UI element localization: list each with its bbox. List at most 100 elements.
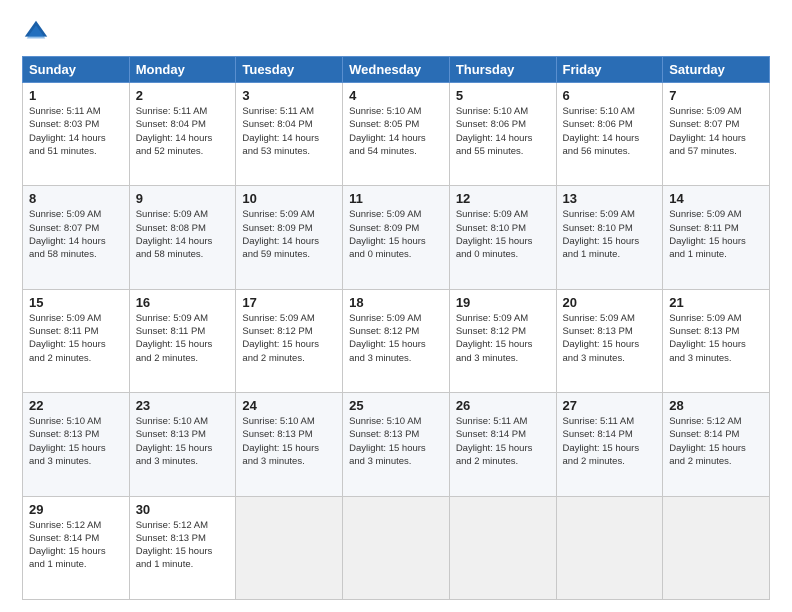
weekday-header-wednesday: Wednesday: [343, 57, 450, 83]
day-number: 5: [456, 88, 550, 103]
day-number: 2: [136, 88, 230, 103]
day-info: Sunrise: 5:10 AMSunset: 8:06 PMDaylight:…: [456, 106, 533, 157]
calendar-cell: 15 Sunrise: 5:09 AMSunset: 8:11 PMDaylig…: [23, 289, 130, 392]
day-info: Sunrise: 5:09 AMSunset: 8:07 PMDaylight:…: [669, 106, 746, 157]
day-number: 17: [242, 295, 336, 310]
calendar-cell: 1 Sunrise: 5:11 AMSunset: 8:03 PMDayligh…: [23, 83, 130, 186]
day-number: 6: [563, 88, 657, 103]
day-info: Sunrise: 5:11 AMSunset: 8:14 PMDaylight:…: [456, 416, 533, 467]
calendar-cell: 20 Sunrise: 5:09 AMSunset: 8:13 PMDaylig…: [556, 289, 663, 392]
day-number: 1: [29, 88, 123, 103]
calendar-cell: 10 Sunrise: 5:09 AMSunset: 8:09 PMDaylig…: [236, 186, 343, 289]
day-info: Sunrise: 5:09 AMSunset: 8:09 PMDaylight:…: [349, 209, 426, 260]
day-info: Sunrise: 5:10 AMSunset: 8:13 PMDaylight:…: [349, 416, 426, 467]
weekday-header-monday: Monday: [129, 57, 236, 83]
day-info: Sunrise: 5:10 AMSunset: 8:06 PMDaylight:…: [563, 106, 640, 157]
day-info: Sunrise: 5:09 AMSunset: 8:10 PMDaylight:…: [563, 209, 640, 260]
day-number: 27: [563, 398, 657, 413]
calendar-cell: 14 Sunrise: 5:09 AMSunset: 8:11 PMDaylig…: [663, 186, 770, 289]
calendar-cell: 4 Sunrise: 5:10 AMSunset: 8:05 PMDayligh…: [343, 83, 450, 186]
day-number: 21: [669, 295, 763, 310]
calendar-cell: 29 Sunrise: 5:12 AMSunset: 8:14 PMDaylig…: [23, 496, 130, 599]
day-info: Sunrise: 5:09 AMSunset: 8:11 PMDaylight:…: [29, 313, 106, 364]
day-number: 3: [242, 88, 336, 103]
calendar-cell: 21 Sunrise: 5:09 AMSunset: 8:13 PMDaylig…: [663, 289, 770, 392]
calendar-cell: 8 Sunrise: 5:09 AMSunset: 8:07 PMDayligh…: [23, 186, 130, 289]
calendar-cell: 30 Sunrise: 5:12 AMSunset: 8:13 PMDaylig…: [129, 496, 236, 599]
day-info: Sunrise: 5:11 AMSunset: 8:03 PMDaylight:…: [29, 106, 106, 157]
day-info: Sunrise: 5:12 AMSunset: 8:13 PMDaylight:…: [136, 520, 213, 571]
day-info: Sunrise: 5:09 AMSunset: 8:12 PMDaylight:…: [349, 313, 426, 364]
day-info: Sunrise: 5:09 AMSunset: 8:09 PMDaylight:…: [242, 209, 319, 260]
day-number: 16: [136, 295, 230, 310]
calendar-cell: [556, 496, 663, 599]
calendar-cell: 13 Sunrise: 5:09 AMSunset: 8:10 PMDaylig…: [556, 186, 663, 289]
weekday-header-thursday: Thursday: [449, 57, 556, 83]
calendar-cell: 23 Sunrise: 5:10 AMSunset: 8:13 PMDaylig…: [129, 393, 236, 496]
day-info: Sunrise: 5:09 AMSunset: 8:08 PMDaylight:…: [136, 209, 213, 260]
calendar-cell: 2 Sunrise: 5:11 AMSunset: 8:04 PMDayligh…: [129, 83, 236, 186]
calendar-cell: 12 Sunrise: 5:09 AMSunset: 8:10 PMDaylig…: [449, 186, 556, 289]
day-info: Sunrise: 5:12 AMSunset: 8:14 PMDaylight:…: [669, 416, 746, 467]
day-number: 18: [349, 295, 443, 310]
calendar-cell: 7 Sunrise: 5:09 AMSunset: 8:07 PMDayligh…: [663, 83, 770, 186]
day-number: 28: [669, 398, 763, 413]
day-number: 30: [136, 502, 230, 517]
logo: [22, 18, 54, 46]
day-number: 23: [136, 398, 230, 413]
calendar-table: SundayMondayTuesdayWednesdayThursdayFrid…: [22, 56, 770, 600]
calendar-cell: 26 Sunrise: 5:11 AMSunset: 8:14 PMDaylig…: [449, 393, 556, 496]
calendar-cell: 28 Sunrise: 5:12 AMSunset: 8:14 PMDaylig…: [663, 393, 770, 496]
calendar-cell: [449, 496, 556, 599]
weekday-header-friday: Friday: [556, 57, 663, 83]
day-number: 4: [349, 88, 443, 103]
day-info: Sunrise: 5:10 AMSunset: 8:13 PMDaylight:…: [29, 416, 106, 467]
day-number: 19: [456, 295, 550, 310]
weekday-header-tuesday: Tuesday: [236, 57, 343, 83]
day-number: 12: [456, 191, 550, 206]
day-info: Sunrise: 5:09 AMSunset: 8:11 PMDaylight:…: [136, 313, 213, 364]
day-info: Sunrise: 5:09 AMSunset: 8:10 PMDaylight:…: [456, 209, 533, 260]
day-number: 22: [29, 398, 123, 413]
day-info: Sunrise: 5:12 AMSunset: 8:14 PMDaylight:…: [29, 520, 106, 571]
logo-icon: [22, 18, 50, 46]
day-info: Sunrise: 5:09 AMSunset: 8:12 PMDaylight:…: [242, 313, 319, 364]
calendar-cell: 24 Sunrise: 5:10 AMSunset: 8:13 PMDaylig…: [236, 393, 343, 496]
calendar-cell: 6 Sunrise: 5:10 AMSunset: 8:06 PMDayligh…: [556, 83, 663, 186]
day-number: 24: [242, 398, 336, 413]
calendar-cell: 3 Sunrise: 5:11 AMSunset: 8:04 PMDayligh…: [236, 83, 343, 186]
calendar-cell: 19 Sunrise: 5:09 AMSunset: 8:12 PMDaylig…: [449, 289, 556, 392]
calendar-cell: 17 Sunrise: 5:09 AMSunset: 8:12 PMDaylig…: [236, 289, 343, 392]
day-number: 9: [136, 191, 230, 206]
calendar-cell: [236, 496, 343, 599]
day-number: 8: [29, 191, 123, 206]
day-info: Sunrise: 5:10 AMSunset: 8:05 PMDaylight:…: [349, 106, 426, 157]
calendar-cell: 11 Sunrise: 5:09 AMSunset: 8:09 PMDaylig…: [343, 186, 450, 289]
day-number: 15: [29, 295, 123, 310]
calendar-cell: 18 Sunrise: 5:09 AMSunset: 8:12 PMDaylig…: [343, 289, 450, 392]
day-info: Sunrise: 5:09 AMSunset: 8:13 PMDaylight:…: [669, 313, 746, 364]
calendar-cell: 16 Sunrise: 5:09 AMSunset: 8:11 PMDaylig…: [129, 289, 236, 392]
day-number: 29: [29, 502, 123, 517]
day-info: Sunrise: 5:10 AMSunset: 8:13 PMDaylight:…: [136, 416, 213, 467]
day-number: 7: [669, 88, 763, 103]
calendar-cell: 25 Sunrise: 5:10 AMSunset: 8:13 PMDaylig…: [343, 393, 450, 496]
day-info: Sunrise: 5:09 AMSunset: 8:12 PMDaylight:…: [456, 313, 533, 364]
day-info: Sunrise: 5:09 AMSunset: 8:13 PMDaylight:…: [563, 313, 640, 364]
weekday-header-saturday: Saturday: [663, 57, 770, 83]
day-number: 13: [563, 191, 657, 206]
calendar-cell: 9 Sunrise: 5:09 AMSunset: 8:08 PMDayligh…: [129, 186, 236, 289]
day-info: Sunrise: 5:09 AMSunset: 8:11 PMDaylight:…: [669, 209, 746, 260]
weekday-header-sunday: Sunday: [23, 57, 130, 83]
calendar-cell: 27 Sunrise: 5:11 AMSunset: 8:14 PMDaylig…: [556, 393, 663, 496]
calendar-cell: [343, 496, 450, 599]
calendar-cell: 22 Sunrise: 5:10 AMSunset: 8:13 PMDaylig…: [23, 393, 130, 496]
calendar-cell: 5 Sunrise: 5:10 AMSunset: 8:06 PMDayligh…: [449, 83, 556, 186]
calendar-cell: [663, 496, 770, 599]
day-number: 25: [349, 398, 443, 413]
day-info: Sunrise: 5:11 AMSunset: 8:14 PMDaylight:…: [563, 416, 640, 467]
day-number: 10: [242, 191, 336, 206]
day-info: Sunrise: 5:09 AMSunset: 8:07 PMDaylight:…: [29, 209, 106, 260]
day-number: 14: [669, 191, 763, 206]
day-number: 11: [349, 191, 443, 206]
